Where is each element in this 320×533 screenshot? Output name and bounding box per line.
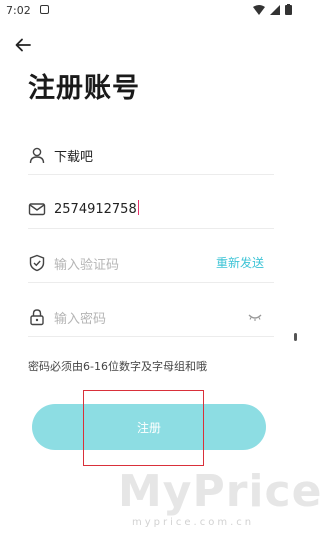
status-time: 7:02: [6, 4, 31, 17]
text-cursor: [137, 200, 140, 215]
email-value: 2574912758: [54, 200, 140, 217]
signal-icon: [270, 4, 280, 15]
shield-check-icon: [29, 254, 45, 272]
wifi-icon: [253, 4, 265, 15]
back-button[interactable]: [12, 34, 34, 56]
resend-code-button[interactable]: 重新发送: [216, 254, 264, 271]
username-value: 下载吧: [54, 150, 94, 165]
user-icon: [29, 147, 45, 164]
highlight-box: [83, 390, 204, 466]
verification-code-placeholder: 输入验证码: [54, 258, 120, 273]
battery-icon: [285, 4, 292, 15]
lock-icon: [30, 309, 44, 326]
mail-icon: [28, 203, 46, 216]
watermark-logo: MyPrice: [118, 466, 320, 517]
status-bar: 7:02: [0, 0, 300, 22]
scroll-indicator: [294, 333, 297, 341]
status-indicators: [253, 4, 292, 15]
password-hint: 密码必须由6-16位数字及字母组和哦: [28, 360, 207, 373]
eye-closed-icon[interactable]: [248, 312, 262, 322]
email-field[interactable]: 2574912758: [28, 188, 274, 229]
page-title: 注册账号: [28, 73, 140, 104]
notification-icon: [40, 5, 49, 14]
password-field[interactable]: 输入密码: [28, 296, 274, 337]
verification-code-field[interactable]: 输入验证码 重新发送: [28, 242, 274, 283]
password-placeholder: 输入密码: [54, 312, 107, 327]
username-field[interactable]: 下载吧: [28, 134, 274, 175]
back-arrow-icon: [15, 38, 31, 52]
watermark-url: myprice.com.cn: [132, 517, 255, 528]
